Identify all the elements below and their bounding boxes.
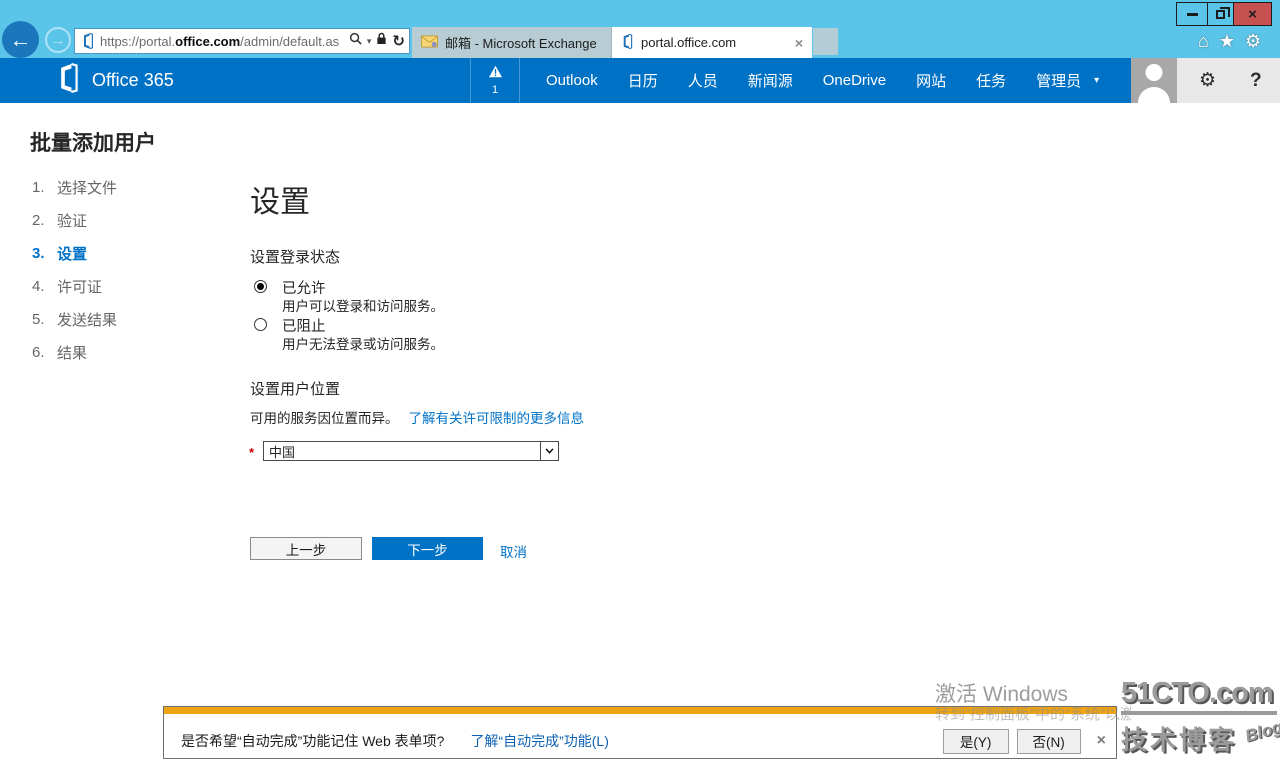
location-note-text: 可用的服务因位置而异。 [250, 411, 399, 426]
search-icon[interactable] [349, 32, 362, 50]
restore-icon [1216, 10, 1225, 19]
step-verify: 2.验证 [32, 204, 117, 237]
step-send-results: 5.发送结果 [32, 303, 117, 336]
location-select-value: 中国 [264, 442, 540, 461]
avatar-head-shape [1146, 64, 1163, 81]
nav-outlook[interactable]: Outlook [546, 72, 598, 89]
page-title: 批量添加用户 [30, 127, 156, 157]
browser-chrome: × ← → https://portal.office.com/admin/de… [0, 0, 1280, 58]
login-status-label: 设置登录状态 [250, 246, 340, 267]
office-favicon [621, 34, 634, 52]
minimize-icon [1187, 13, 1198, 16]
user-avatar[interactable] [1131, 58, 1177, 103]
notification-message: 是否希望“自动完成”功能记住 Web 表单项? [181, 731, 444, 751]
refresh-icon[interactable]: ↻ [392, 32, 405, 50]
back-button[interactable]: 上一步 [250, 537, 362, 560]
window-minimize-button[interactable] [1176, 2, 1208, 26]
select-chevron-down-icon[interactable] [540, 442, 558, 460]
warning-triangle-icon [488, 65, 503, 83]
tab-close-icon[interactable]: × [795, 35, 803, 51]
user-location-label: 设置用户位置 [250, 378, 340, 399]
step-results: 6.结果 [32, 336, 117, 369]
office365-header: Office 365 1 Outlook 日历 人员 新闻源 OneDrive … [0, 58, 1280, 103]
suite-nav: Outlook 日历 人员 新闻源 OneDrive 网站 任务 管理员 ▾ [546, 58, 1099, 103]
tab-exchange-mail[interactable]: 邮箱 - Microsoft Exchange [412, 27, 612, 58]
tab-title: 邮箱 - Microsoft Exchange [445, 33, 597, 52]
close-icon: × [1248, 6, 1257, 23]
no-button[interactable]: 否(N) [1017, 729, 1081, 754]
favorites-star-icon[interactable]: ★ [1219, 30, 1235, 52]
window-close-button[interactable]: × [1233, 2, 1272, 26]
nav-admin-label: 管理员 [1036, 70, 1081, 91]
alerts-button[interactable]: 1 [470, 58, 520, 103]
autocomplete-help-link[interactable]: 了解“自动完成”功能(L) [470, 731, 608, 751]
location-select[interactable]: 中国 [263, 441, 559, 461]
nav-newsfeed[interactable]: 新闻源 [748, 70, 793, 91]
nav-calendar[interactable]: 日历 [628, 70, 658, 91]
envelope-icon [421, 35, 438, 51]
wizard-steps: 1.选择文件 2.验证 3.设置 4.许可证 5.发送结果 6.结果 [32, 171, 117, 369]
browser-back-button[interactable]: ← [2, 21, 39, 58]
location-note: 可用的服务因位置而异。了解有关许可限制的更多信息 [250, 407, 584, 427]
url-text: https://portal.office.com/admin/default.… [100, 34, 349, 49]
alert-count: 1 [492, 84, 498, 96]
yes-button[interactable]: 是(Y) [943, 729, 1009, 754]
avatar-body-shape [1138, 87, 1170, 103]
step-licenses: 4.许可证 [32, 270, 117, 303]
window-restore-button[interactable] [1207, 2, 1234, 26]
tab-title: portal.office.com [641, 35, 736, 50]
radio-blocked-desc: 用户无法登录或访问服务。 [282, 333, 444, 353]
search-dropdown-caret-icon[interactable]: ▾ [367, 36, 372, 47]
new-tab-button[interactable] [813, 28, 838, 55]
office-favicon [81, 33, 95, 49]
office365-brand[interactable]: Office 365 [56, 58, 174, 103]
browser-forward-button[interactable]: → [45, 27, 71, 53]
help-icon[interactable]: ? [1250, 70, 1262, 92]
nav-sites[interactable]: 网站 [916, 70, 946, 91]
51cto-logo-text: 51CTO.com [1121, 679, 1277, 715]
radio-allowed-desc: 用户可以登录和访问服务。 [282, 295, 444, 315]
step-settings-active: 3.设置 [32, 237, 117, 270]
settings-gear-icon[interactable]: ⚙ [1199, 69, 1216, 92]
license-restrictions-link[interactable]: 了解有关许可限制的更多信息 [409, 411, 585, 426]
nav-admin[interactable]: 管理员 ▾ [1036, 70, 1099, 91]
back-arrow-icon: ← [10, 27, 32, 53]
panel-heading: 设置 [250, 177, 310, 221]
browser-window: × ← → https://portal.office.com/admin/de… [0, 0, 1280, 760]
brand-label: Office 365 [92, 70, 174, 91]
step-select-file: 1.选择文件 [32, 171, 117, 204]
tab-portal-office[interactable]: portal.office.com × [612, 27, 812, 58]
nav-onedrive[interactable]: OneDrive [823, 72, 886, 89]
chevron-down-icon: ▾ [1094, 75, 1099, 86]
notification-close-icon[interactable]: × [1097, 732, 1106, 750]
cancel-link[interactable]: 取消 [500, 541, 527, 561]
required-asterisk: * [249, 445, 254, 460]
51cto-watermark-logo: 51CTO.com 技术博客 Blog [1121, 679, 1277, 757]
address-bar[interactable]: https://portal.office.com/admin/default.… [74, 28, 410, 54]
home-icon[interactable]: ⌂ [1198, 30, 1209, 52]
activate-windows-subtext: 转到“控制面板”中的“系统”以激活 [935, 703, 1131, 724]
office365-logo-icon [56, 63, 81, 98]
next-button[interactable]: 下一步 [372, 537, 483, 560]
lock-icon [376, 32, 387, 50]
radio-blocked[interactable] [254, 318, 267, 331]
nav-people[interactable]: 人员 [688, 70, 718, 91]
tools-gear-icon[interactable]: ⚙ [1245, 30, 1261, 52]
radio-allowed[interactable] [254, 280, 267, 293]
header-right-section: ⚙ ? [1177, 58, 1280, 103]
nav-tasks[interactable]: 任务 [976, 70, 1006, 91]
forward-arrow-icon: → [51, 32, 66, 49]
